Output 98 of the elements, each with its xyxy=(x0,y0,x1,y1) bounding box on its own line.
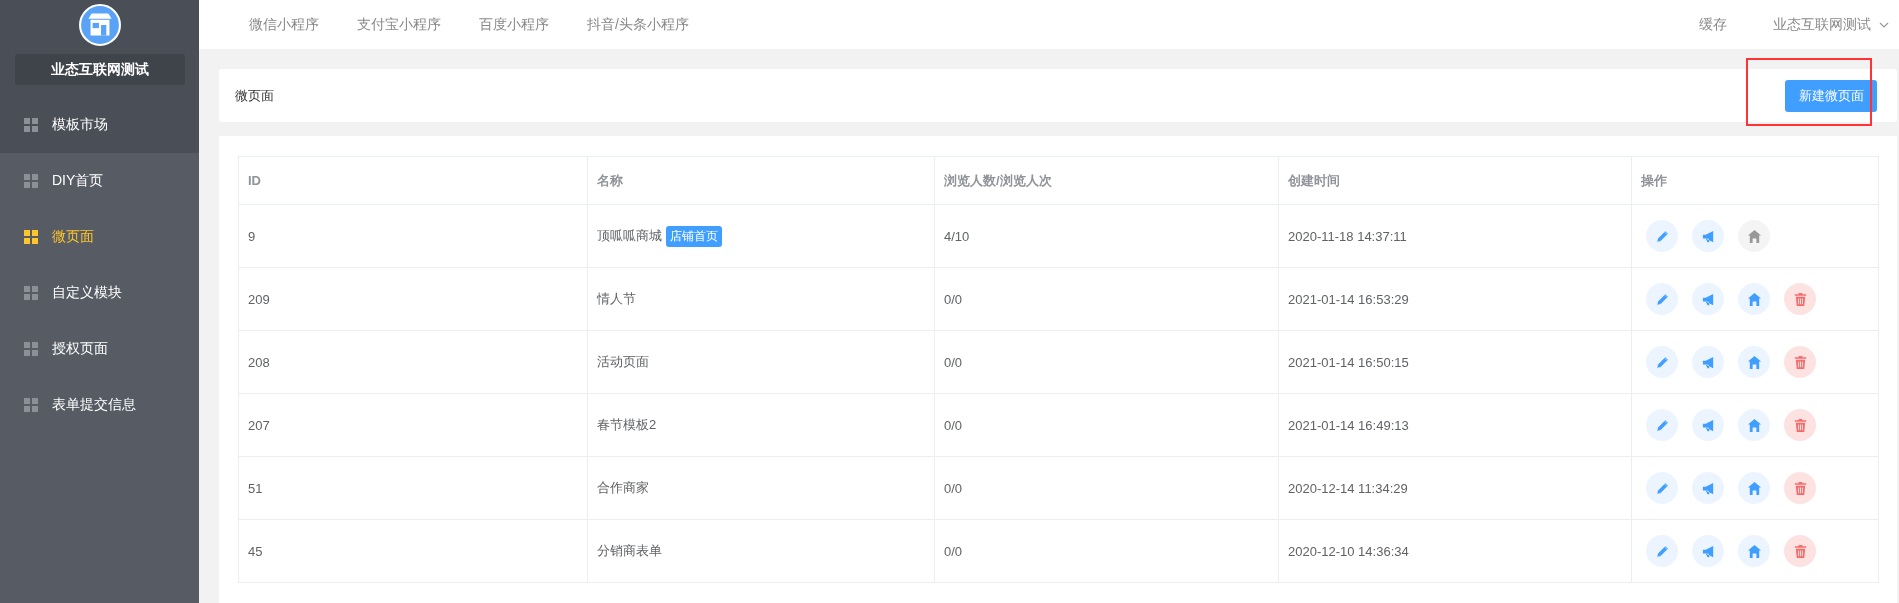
home-icon xyxy=(1746,354,1762,370)
column-header: 创建时间 xyxy=(1278,156,1632,205)
shop-name: 业态互联网测试 xyxy=(14,54,185,85)
page-name: 活动页面 xyxy=(597,354,649,369)
promote-button[interactable] xyxy=(1692,472,1724,504)
column-header: 名称 xyxy=(587,156,935,205)
top-nav-tab[interactable]: 支付宝小程序 xyxy=(357,15,441,34)
page-name: 情人节 xyxy=(597,291,636,306)
table-cell: 45 xyxy=(238,519,588,583)
megaphone-icon xyxy=(1700,228,1716,244)
megaphone-icon xyxy=(1700,480,1716,496)
edit-button[interactable] xyxy=(1646,535,1678,567)
new-page-button[interactable]: 新建微页面 xyxy=(1785,79,1877,112)
table-cell: 2020-12-14 11:34:29 xyxy=(1278,456,1632,520)
sidebar-item[interactable]: DIY首页 xyxy=(0,153,199,209)
set-home-button[interactable] xyxy=(1738,409,1770,441)
column-header: 浏览人数/浏览人次 xyxy=(934,156,1279,205)
table-cell: 2021-01-14 16:53:29 xyxy=(1278,267,1632,331)
pencil-icon xyxy=(1654,543,1670,559)
pencil-icon xyxy=(1654,417,1670,433)
grid-icon xyxy=(24,174,38,188)
grid-icon xyxy=(24,342,38,356)
column-header: 操作 xyxy=(1631,156,1879,205)
page-name: 春节模板2 xyxy=(597,417,657,432)
page-name: 分销商表单 xyxy=(597,543,662,558)
top-nav-tab[interactable]: 抖音/头条小程序 xyxy=(587,15,689,34)
edit-button[interactable] xyxy=(1646,220,1678,252)
megaphone-icon xyxy=(1700,291,1716,307)
account-menu[interactable]: 业态互联网测试 xyxy=(1773,15,1889,34)
table-cell: 207 xyxy=(238,393,588,457)
promote-button[interactable] xyxy=(1692,535,1724,567)
delete-button[interactable] xyxy=(1784,409,1816,441)
table-cell: 9 xyxy=(238,204,588,268)
edit-button[interactable] xyxy=(1646,283,1678,315)
column-header: ID xyxy=(238,156,588,205)
trash-icon xyxy=(1792,543,1808,559)
table-cell: 0/0 xyxy=(934,267,1279,331)
table-cell: 209 xyxy=(238,267,588,331)
table-cell: 2020-11-18 14:37:11 xyxy=(1278,204,1632,268)
grid-icon xyxy=(24,118,38,132)
grid-icon xyxy=(24,286,38,300)
home-icon xyxy=(1746,228,1762,244)
page-name: 顶呱呱商城 xyxy=(597,227,662,243)
sidebar-item[interactable]: 表单提交信息 xyxy=(0,377,199,433)
edit-button[interactable] xyxy=(1646,409,1678,441)
sidebar-item[interactable]: 微页面 xyxy=(0,209,199,265)
megaphone-icon xyxy=(1700,543,1716,559)
page-name: 合作商家 xyxy=(597,480,649,495)
edit-button[interactable] xyxy=(1646,346,1678,378)
pencil-icon xyxy=(1654,291,1670,307)
table-cell: 0/0 xyxy=(934,519,1279,583)
megaphone-icon xyxy=(1700,417,1716,433)
delete-button[interactable] xyxy=(1784,535,1816,567)
set-home-button[interactable] xyxy=(1738,346,1770,378)
sidebar-item[interactable]: 自定义模块 xyxy=(0,265,199,321)
trash-icon xyxy=(1792,480,1808,496)
table-cell: 2020-12-10 14:36:34 xyxy=(1278,519,1632,583)
trash-icon xyxy=(1792,291,1808,307)
cache-link[interactable]: 缓存 xyxy=(1699,15,1727,34)
trash-icon xyxy=(1792,354,1808,370)
sidebar-item[interactable]: 模板市场 xyxy=(0,97,199,153)
shop-logo-icon xyxy=(78,4,121,46)
home-tag: 店铺首页 xyxy=(666,225,722,247)
set-home-button[interactable] xyxy=(1738,472,1770,504)
chevron-down-icon xyxy=(1879,21,1889,28)
promote-button[interactable] xyxy=(1692,283,1724,315)
table-cell: 2021-01-14 16:50:15 xyxy=(1278,330,1632,394)
table-cell: 208 xyxy=(238,330,588,394)
pencil-icon xyxy=(1654,480,1670,496)
megaphone-icon xyxy=(1700,354,1716,370)
table-cell: 2021-01-14 16:49:13 xyxy=(1278,393,1632,457)
grid-icon xyxy=(24,230,38,244)
delete-button[interactable] xyxy=(1784,346,1816,378)
delete-button[interactable] xyxy=(1784,283,1816,315)
pencil-icon xyxy=(1654,354,1670,370)
promote-button[interactable] xyxy=(1692,409,1724,441)
home-icon xyxy=(1746,543,1762,559)
table-cell: 4/10 xyxy=(934,204,1279,268)
sidebar-item[interactable]: 授权页面 xyxy=(0,321,199,377)
trash-icon xyxy=(1792,417,1808,433)
delete-button[interactable] xyxy=(1784,472,1816,504)
set-home-button[interactable] xyxy=(1738,283,1770,315)
home-icon xyxy=(1746,291,1762,307)
promote-button[interactable] xyxy=(1692,346,1724,378)
page-title: 微页面 xyxy=(235,86,274,105)
home-icon xyxy=(1746,480,1762,496)
table-cell: 0/0 xyxy=(934,456,1279,520)
pencil-icon xyxy=(1654,228,1670,244)
top-nav-tab[interactable]: 微信小程序 xyxy=(249,15,319,34)
top-nav-tab[interactable]: 百度小程序 xyxy=(479,15,549,34)
set-home-button[interactable] xyxy=(1738,535,1770,567)
table-cell: 0/0 xyxy=(934,330,1279,394)
edit-button[interactable] xyxy=(1646,472,1678,504)
grid-icon xyxy=(24,398,38,412)
home-icon xyxy=(1746,417,1762,433)
promote-button[interactable] xyxy=(1692,220,1724,252)
table-cell: 0/0 xyxy=(934,393,1279,457)
table-cell: 51 xyxy=(238,456,588,520)
